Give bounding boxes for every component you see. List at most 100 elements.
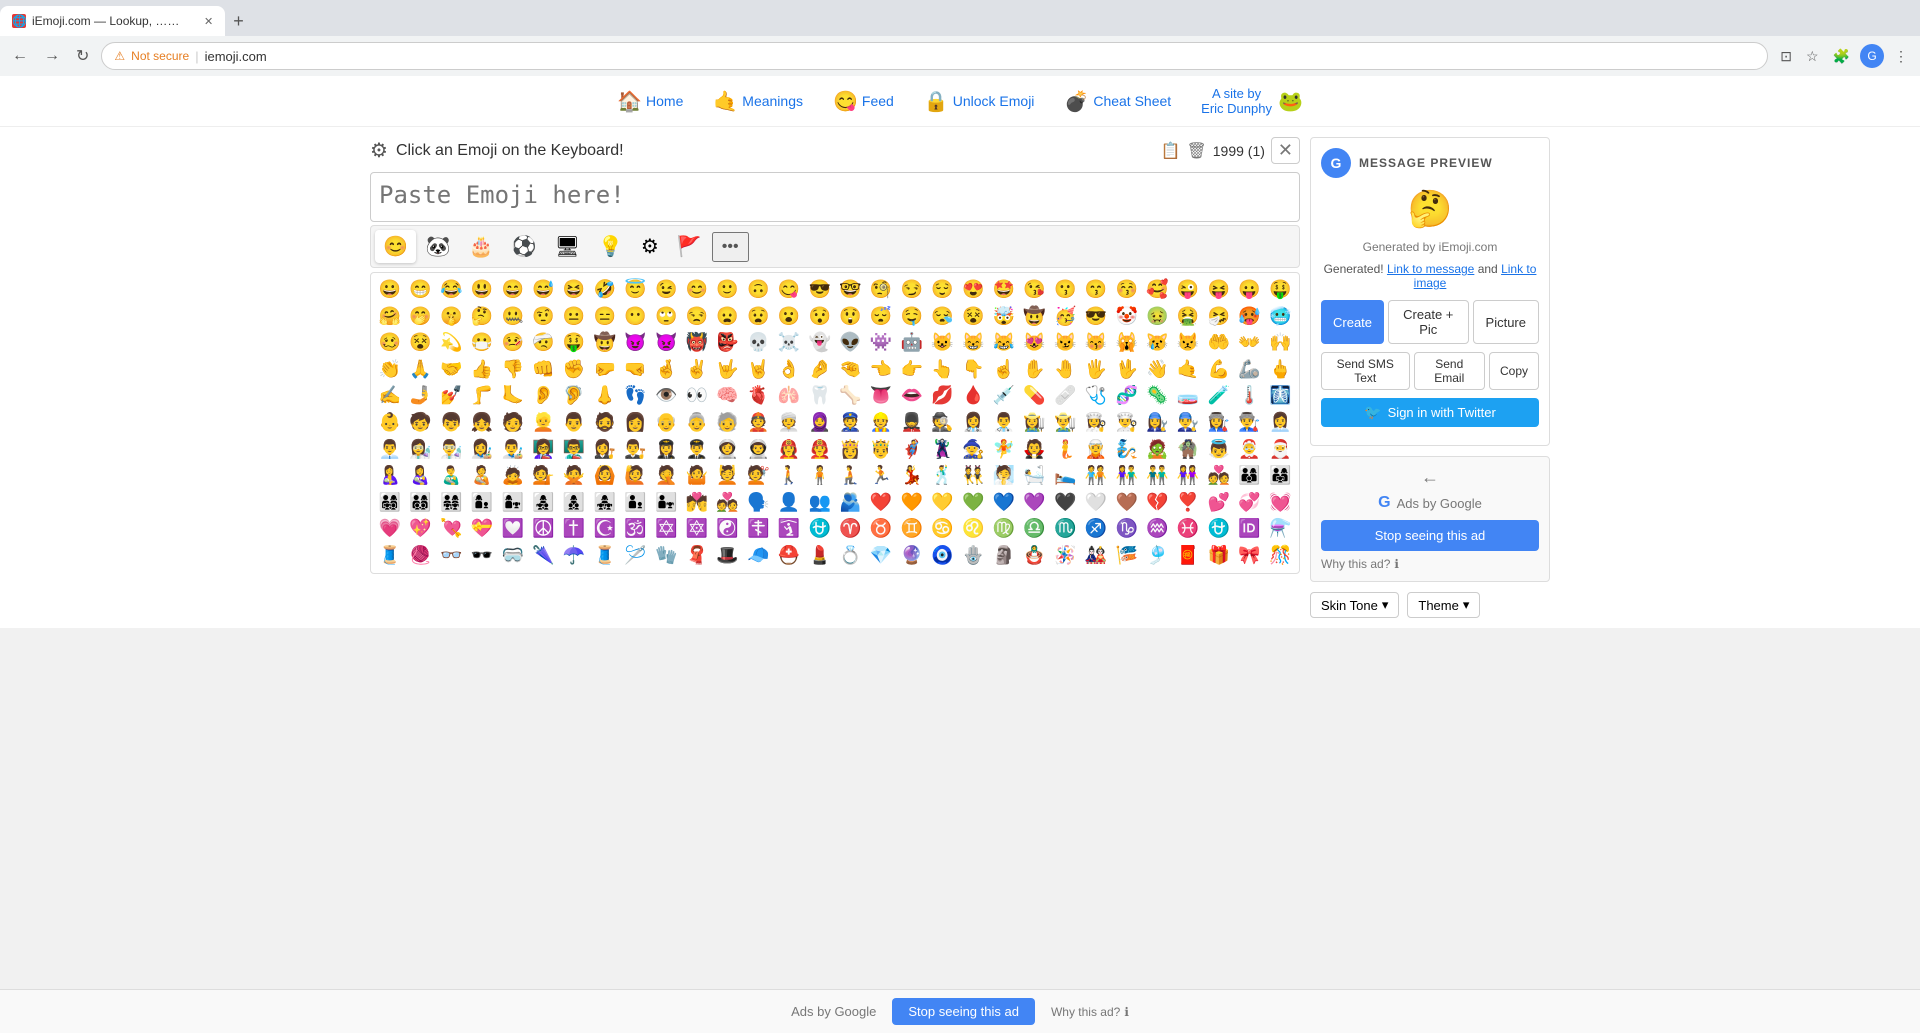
emoji-cell[interactable]: 🛌	[1050, 463, 1080, 489]
emoji-cell[interactable]: 👇	[958, 357, 988, 383]
emoji-cell[interactable]: 👳	[774, 410, 804, 436]
twitter-signin-button[interactable]: 🐦 Sign in with Twitter	[1321, 398, 1539, 427]
emoji-cell[interactable]: 💉	[989, 383, 1019, 409]
emoji-cell[interactable]: 😺	[928, 330, 958, 356]
emoji-cell[interactable]: 👭	[1173, 463, 1203, 489]
emoji-cell[interactable]: 👨‍🏭	[1235, 410, 1265, 436]
emoji-cell[interactable]: 🤚	[1050, 357, 1080, 383]
emoji-cell[interactable]: 👂	[529, 383, 559, 409]
emoji-cell[interactable]: 👨‍🏫	[559, 437, 589, 463]
emoji-cell[interactable]: 🤮	[1173, 304, 1203, 330]
emoji-cell[interactable]: 😧	[743, 304, 773, 330]
emoji-cell[interactable]: 😽	[1081, 330, 1111, 356]
emoji-cell[interactable]: 😵	[406, 330, 436, 356]
emoji-cell[interactable]: 💙	[989, 490, 1019, 516]
cat-tab-more[interactable]: •••	[712, 232, 749, 262]
emoji-cell[interactable]: 💘	[436, 516, 466, 542]
nav-meanings[interactable]: 🤙 Meanings	[713, 89, 803, 114]
emoji-cell[interactable]: 👴	[651, 410, 681, 436]
emoji-cell[interactable]: 👩‍👦	[467, 490, 497, 516]
emoji-cell[interactable]: 😿	[1143, 330, 1173, 356]
emoji-cell[interactable]: 💆	[713, 463, 743, 489]
emoji-cell[interactable]: 👤	[774, 490, 804, 516]
emoji-cell[interactable]: 🤡	[1112, 304, 1142, 330]
emoji-cell[interactable]: 🧍	[805, 463, 835, 489]
emoji-cell[interactable]: 🎐	[1143, 543, 1173, 569]
emoji-cell[interactable]: 🪆	[1020, 543, 1050, 569]
emoji-cell[interactable]: 💍	[836, 543, 866, 569]
nav-cheatsheet[interactable]: 💣 Cheat Sheet	[1064, 89, 1171, 114]
emoji-cell[interactable]: 🧫	[1173, 383, 1203, 409]
emoji-cell[interactable]: 😙	[1081, 277, 1111, 303]
emoji-cell[interactable]: 🧶	[406, 543, 436, 569]
emoji-cell[interactable]: 🥽	[498, 543, 528, 569]
emoji-cell[interactable]: 👀	[682, 383, 712, 409]
emoji-cell[interactable]: 🗿	[989, 543, 1019, 569]
emoji-cell[interactable]: 🙂	[713, 277, 743, 303]
emoji-cell[interactable]: 👏	[375, 357, 405, 383]
emoji-cell[interactable]: 🤠	[590, 330, 620, 356]
extensions-button[interactable]: 🧩	[1829, 44, 1854, 69]
nav-feed[interactable]: 😋 Feed	[833, 89, 894, 114]
emoji-cell[interactable]: 🎁	[1204, 543, 1234, 569]
emoji-cell[interactable]: 💪	[1204, 357, 1234, 383]
emoji-cell[interactable]: 😃	[467, 277, 497, 303]
emoji-cell[interactable]: 🙄	[651, 304, 681, 330]
emoji-cell[interactable]: 🔮	[897, 543, 927, 569]
emoji-cell[interactable]: 👩‍💼	[1265, 410, 1295, 436]
emoji-cell[interactable]: 👐	[1235, 330, 1265, 356]
emoji-cell[interactable]: 👨‍👩‍👧‍👦	[375, 490, 405, 516]
emoji-cell[interactable]: 💅	[436, 383, 466, 409]
emoji-cell[interactable]: 🤝	[436, 357, 466, 383]
emoji-cell[interactable]: 🧌	[1173, 437, 1203, 463]
emoji-cell[interactable]: 🕶️	[467, 543, 497, 569]
emoji-cell[interactable]: ⛑️	[774, 543, 804, 569]
emoji-cell[interactable]: 😗	[1050, 277, 1080, 303]
emoji-cell[interactable]: 💀	[743, 330, 773, 356]
emoji-cell[interactable]: 🤞	[651, 357, 681, 383]
emoji-cell[interactable]: 🧛	[1020, 437, 1050, 463]
emoji-cell[interactable]: 🧑‍🍼	[467, 463, 497, 489]
emoji-cell[interactable]: 🤘	[743, 357, 773, 383]
emoji-cell[interactable]: 👎	[498, 357, 528, 383]
emoji-cell[interactable]: 👩‍🌾	[1020, 410, 1050, 436]
emoji-textarea[interactable]	[370, 172, 1300, 222]
reload-button[interactable]: ↻	[72, 42, 93, 70]
emoji-cell[interactable]: 🤜	[621, 357, 651, 383]
emoji-cell[interactable]: 🤯	[989, 304, 1019, 330]
emoji-cell[interactable]: ✡️	[651, 516, 681, 542]
emoji-cell[interactable]: 🧒	[406, 410, 436, 436]
emoji-cell[interactable]: 👩	[621, 410, 651, 436]
profile-button[interactable]: G	[1860, 44, 1884, 68]
emoji-cell[interactable]: 👩‍🍳	[1081, 410, 1111, 436]
emoji-cell[interactable]: 👶	[375, 410, 405, 436]
emoji-cell[interactable]: 🥳	[1050, 304, 1080, 330]
emoji-cell[interactable]: 😍	[958, 277, 988, 303]
emoji-cell[interactable]: 👍	[467, 357, 497, 383]
emoji-cell[interactable]: 🤱	[375, 463, 405, 489]
emoji-cell[interactable]: 🧚	[989, 437, 1019, 463]
emoji-cell[interactable]: 🗣️	[743, 490, 773, 516]
emoji-cell[interactable]: 👨	[559, 410, 589, 436]
emoji-cell[interactable]: 🧠	[713, 383, 743, 409]
emoji-cell[interactable]: 🧙	[958, 437, 988, 463]
email-button[interactable]: Send Email	[1414, 352, 1485, 390]
emoji-cell[interactable]: 🎎	[1081, 543, 1111, 569]
emoji-cell[interactable]: 👨‍💼	[375, 437, 405, 463]
emoji-cell[interactable]: 🤦	[651, 463, 681, 489]
emoji-cell[interactable]: ⛎	[1204, 516, 1234, 542]
emoji-cell[interactable]: 🪅	[1050, 543, 1080, 569]
emoji-cell[interactable]: 💗	[375, 516, 405, 542]
emoji-cell[interactable]: 💑	[1204, 463, 1234, 489]
cat-tab-flags[interactable]: 🚩	[669, 230, 710, 263]
emoji-cell[interactable]: 🥶	[1265, 304, 1295, 330]
emoji-cell[interactable]: ♓	[1173, 516, 1203, 542]
emoji-cell[interactable]: 👼	[1204, 437, 1234, 463]
emoji-cell[interactable]: 🦹	[928, 437, 958, 463]
emoji-cell[interactable]: 🤙	[1173, 357, 1203, 383]
emoji-cell[interactable]: 🎀	[1235, 543, 1265, 569]
emoji-cell[interactable]: 🤠	[1020, 304, 1050, 330]
emoji-cell[interactable]: 🖐️	[1081, 357, 1111, 383]
menu-button[interactable]: ⋮	[1890, 44, 1912, 69]
emoji-cell[interactable]: 👿	[651, 330, 681, 356]
